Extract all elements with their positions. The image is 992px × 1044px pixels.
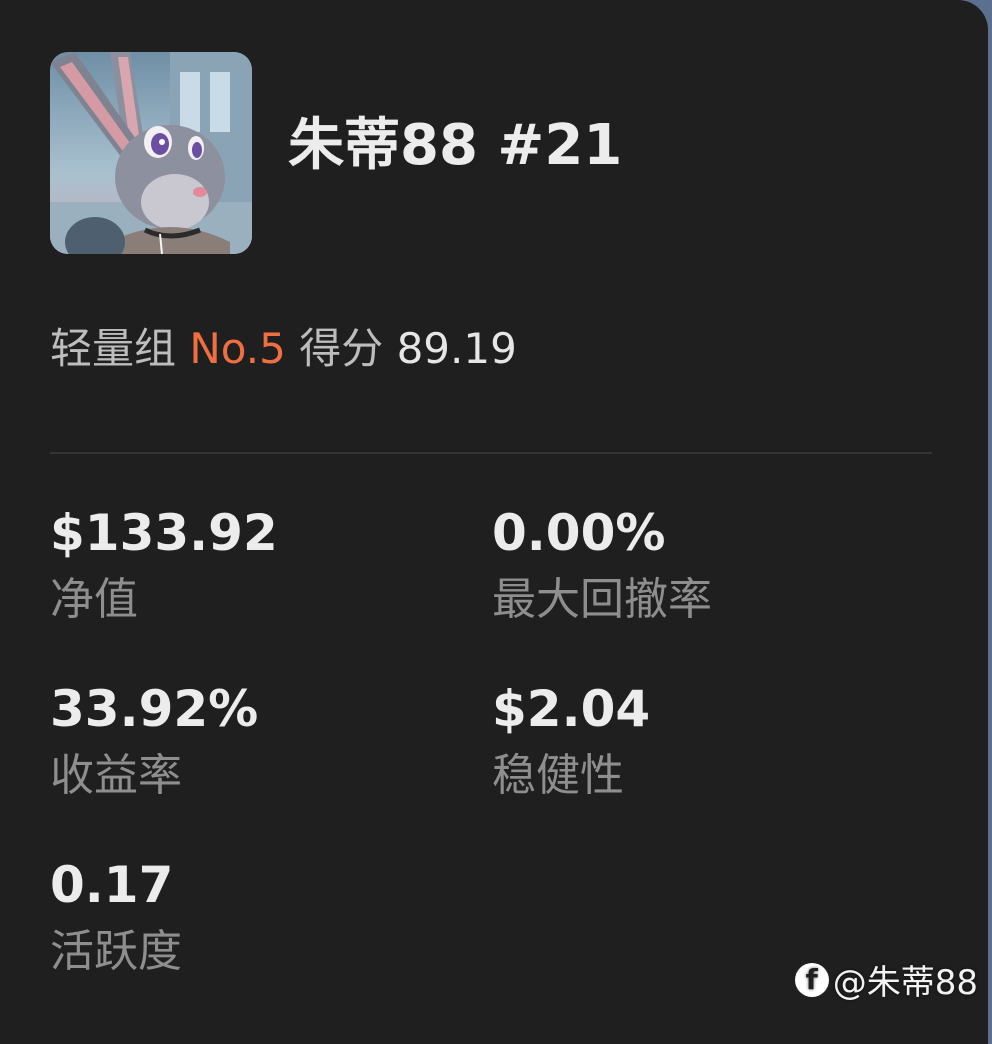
stat-label: 收益率 <box>50 750 182 801</box>
rank-group: 轻量组 <box>50 324 177 373</box>
stat-label: 净值 <box>50 574 138 625</box>
stat-net-value: $133.92 净值 <box>50 508 278 622</box>
score-label: 得分 <box>299 324 384 373</box>
watermark-text: @朱蒂88 <box>832 963 978 1003</box>
stat-label: 活跃度 <box>50 926 182 977</box>
score-value: 89.19 <box>396 324 517 373</box>
stat-activity: 0.17 活跃度 <box>50 860 182 974</box>
player-name: 朱蒂88 #21 <box>288 113 623 178</box>
stat-value: 33.92% <box>50 680 259 738</box>
watermark: f @朱蒂88 <box>794 955 978 1004</box>
player-avatar[interactable] <box>50 52 252 254</box>
avatar-image <box>50 52 252 254</box>
player-card: 朱蒂88 #21 轻量组 No.5 得分 89.19 $133.92 净值 0.… <box>0 0 988 1044</box>
stat-value: $2.04 <box>492 680 651 738</box>
facebook-icon: f <box>794 962 829 997</box>
rank-number: No.5 <box>189 324 286 373</box>
stat-value: 0.17 <box>50 856 174 914</box>
divider <box>50 452 932 454</box>
stat-value: 0.00% <box>492 504 666 562</box>
stat-stability: $2.04 稳健性 <box>492 684 650 798</box>
stat-return-rate: 33.92% 收益率 <box>50 684 258 798</box>
stat-label: 稳健性 <box>492 750 624 801</box>
stat-label: 最大回撤率 <box>492 574 712 625</box>
stat-value: $133.92 <box>50 504 278 562</box>
rank-line: 轻量组 No.5 得分 89.19 <box>50 328 517 370</box>
stat-max-drawdown: 0.00% 最大回撤率 <box>492 508 712 622</box>
